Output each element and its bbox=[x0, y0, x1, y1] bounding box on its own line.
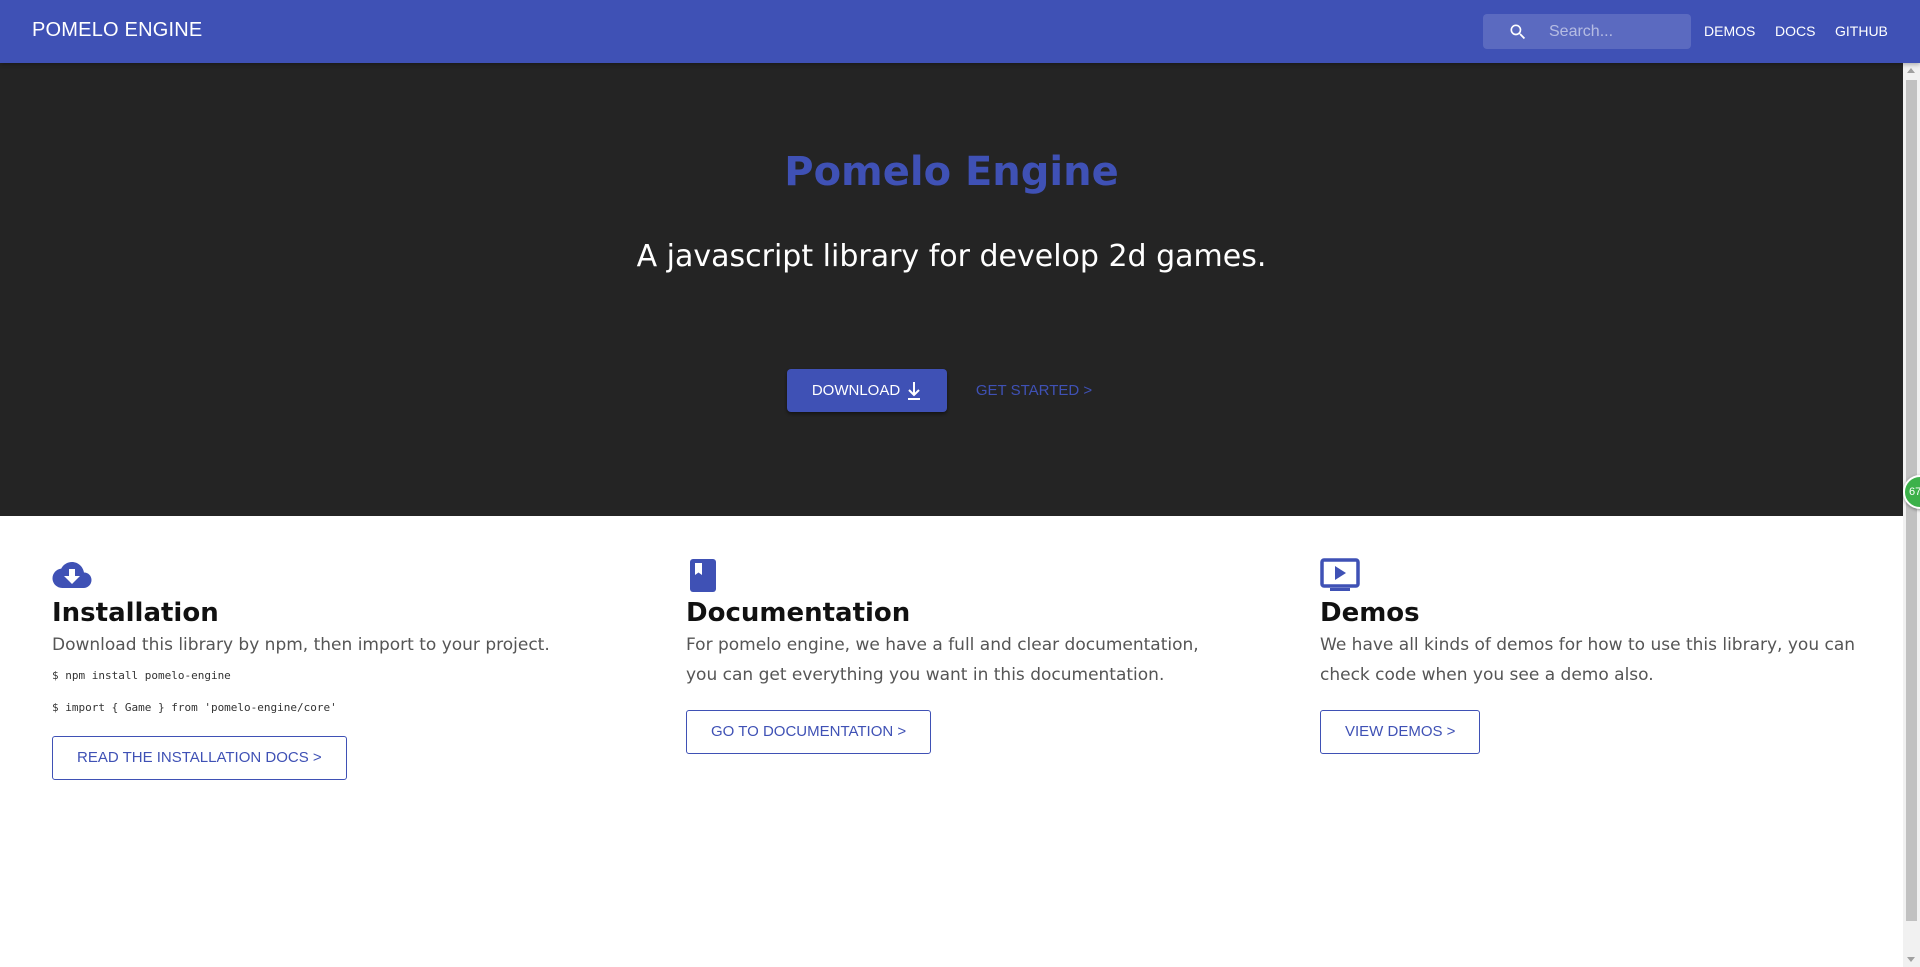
download-icon bbox=[908, 381, 921, 400]
go-to-documentation-button[interactable]: GO TO DOCUMENTATION > bbox=[686, 710, 932, 754]
nav-demos[interactable]: DEMOS bbox=[1704, 23, 1755, 39]
feature-description: We have all kinds of demos for how to us… bbox=[1320, 635, 1856, 685]
feature-demos: Demos We have all kinds of demos for how… bbox=[1320, 558, 1880, 754]
feature-title: Demos bbox=[1320, 598, 1420, 628]
search-input[interactable] bbox=[1549, 14, 1687, 49]
book-icon bbox=[690, 559, 716, 592]
code-line: $ import { Game } from 'pomelo-engine/co… bbox=[52, 701, 337, 714]
feature-title: Installation bbox=[52, 598, 219, 628]
download-button-label: DOWNLOAD bbox=[811, 382, 901, 399]
search-box[interactable] bbox=[1483, 14, 1691, 49]
page-scrollbar[interactable] bbox=[1903, 63, 1920, 967]
hero-subtitle: A javascript library for develop 2d game… bbox=[636, 239, 1267, 274]
get-started-button[interactable]: GET STARTED > bbox=[960, 369, 1108, 412]
installation-docs-button[interactable]: READ THE INSTALLATION DOCS > bbox=[52, 736, 347, 780]
download-button[interactable]: DOWNLOAD bbox=[787, 369, 947, 412]
hero-title: Pomelo Engine bbox=[784, 149, 1119, 195]
feature-title: Documentation bbox=[686, 598, 911, 628]
cloud-download-icon bbox=[52, 562, 92, 588]
feature-installation: Installation Download this library by np… bbox=[52, 558, 652, 780]
feature-description: For pomelo engine, we have a full and cl… bbox=[686, 635, 1199, 685]
search-icon bbox=[1510, 24, 1526, 40]
play-screen-icon bbox=[1320, 558, 1360, 591]
nav-github[interactable]: GITHUB bbox=[1835, 23, 1888, 39]
nav-docs[interactable]: DOCS bbox=[1775, 23, 1815, 39]
view-demos-button[interactable]: VIEW DEMOS > bbox=[1320, 710, 1481, 754]
feature-description: Download this library by npm, then impor… bbox=[52, 635, 550, 655]
hero-section: Pomelo Engine A javascript library for d… bbox=[0, 63, 1903, 516]
app-bar: POMELO ENGINE DEMOS DOCS GITHUB bbox=[0, 0, 1920, 63]
feature-documentation: Documentation For pomelo engine, we have… bbox=[686, 558, 1226, 754]
code-line: $ npm install pomelo-engine bbox=[52, 669, 231, 682]
scroll-up-icon[interactable] bbox=[1907, 68, 1915, 73]
scroll-down-icon[interactable] bbox=[1907, 957, 1915, 962]
brand-logo[interactable]: POMELO ENGINE bbox=[32, 19, 202, 42]
